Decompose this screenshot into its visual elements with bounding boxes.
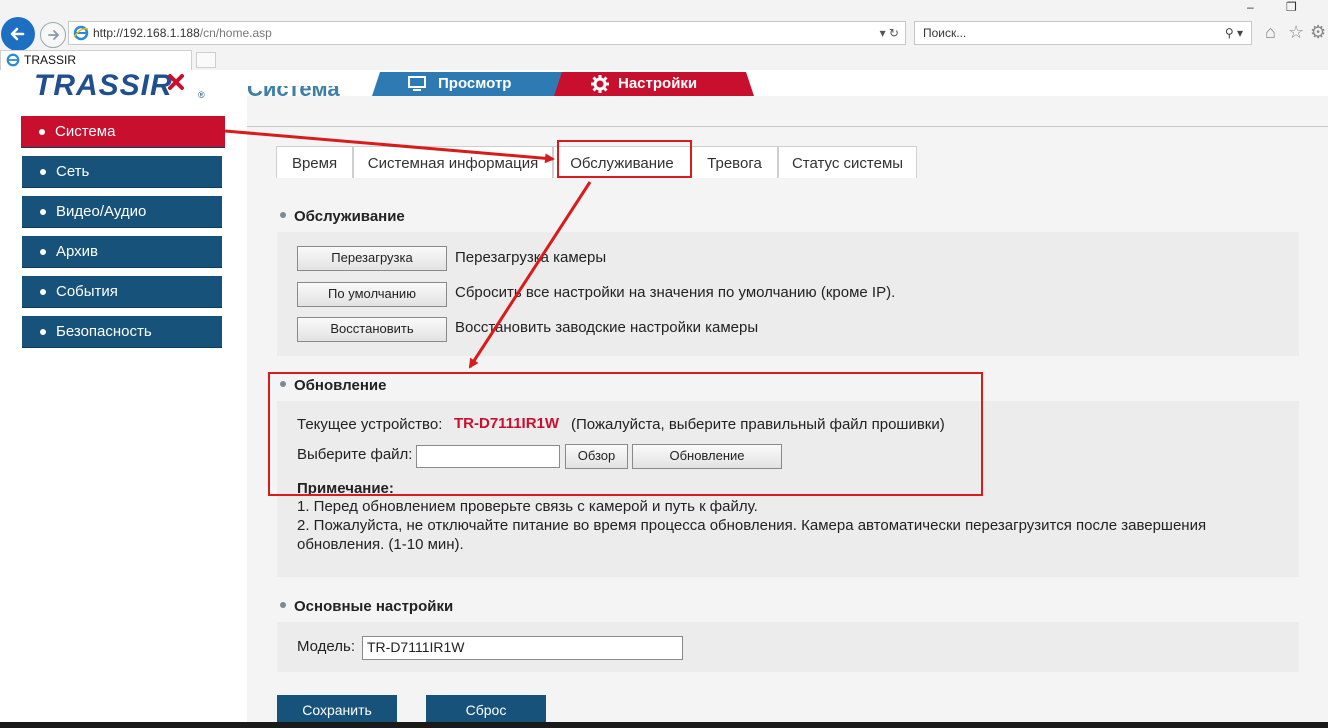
annotation-arrows	[224, 129, 592, 369]
arrow-to-maintenance-tab	[224, 129, 555, 164]
arrow-to-update-section	[468, 181, 592, 369]
